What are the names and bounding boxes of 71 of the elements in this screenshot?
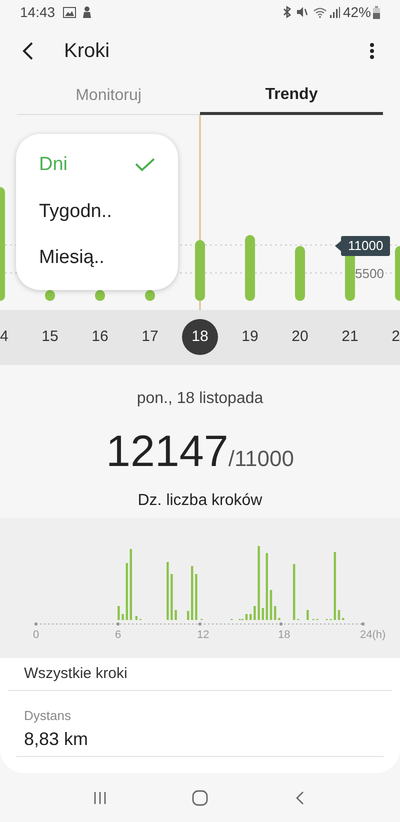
date-label: pon., 18 listopada (136, 389, 264, 409)
hourly-bar (135, 616, 138, 620)
menu-item[interactable]: Tygodn.. (16, 188, 178, 236)
wifi-icon (312, 6, 327, 18)
status-time: 14:43 (20, 2, 56, 22)
battery-icon (373, 6, 380, 18)
mute-icon (296, 6, 308, 18)
daily-bar (195, 240, 205, 301)
hourly-bar (338, 610, 340, 620)
day-button[interactable]: 17 (132, 319, 168, 355)
daily-bar (95, 290, 105, 301)
daily-bar (395, 246, 400, 301)
axis-label: 5500 (355, 265, 384, 283)
hourly-bar (166, 562, 169, 620)
day-button[interactable]: 2 (382, 319, 400, 355)
battery-percent: 42% (342, 2, 371, 22)
back-icon (295, 790, 305, 804)
hourly-bar (174, 610, 177, 620)
hourly-bar (130, 549, 132, 620)
page-title: Kroki (64, 39, 110, 64)
hourly-bar (270, 590, 272, 620)
day-button[interactable]: 4 (0, 319, 18, 355)
hourly-bar (334, 552, 336, 620)
axis-label: 6 (115, 628, 122, 643)
tab[interactable]: Trendy (200, 78, 383, 115)
axis-label: 24(h) (360, 628, 386, 643)
check-icon (135, 158, 155, 172)
daily-bar (145, 290, 155, 301)
daily-bar (295, 246, 305, 301)
hourly-bar (266, 553, 268, 620)
hourly-bar (195, 574, 198, 620)
hourly-bar (293, 564, 296, 620)
day-button[interactable]: 21 (332, 319, 368, 355)
bluetooth-icon (282, 6, 292, 18)
distance-value: 8,83 km (24, 728, 90, 750)
hourly-bar (118, 606, 120, 620)
home-button[interactable] (190, 788, 210, 808)
step-goal: /11000 (228, 445, 294, 473)
image-icon (63, 6, 76, 18)
section-heading: Wszystkie kroki (24, 664, 128, 684)
hourly-bar (187, 611, 190, 620)
distance-label: Dystans (24, 707, 72, 725)
hourly-bar (126, 563, 128, 620)
home-icon (192, 790, 208, 806)
step-caption: Dz. liczba kroków (138, 491, 262, 511)
hourly-bar (274, 606, 276, 620)
daily-bar (45, 290, 55, 301)
hourly-bar (191, 566, 194, 620)
hourly-bar (250, 614, 252, 620)
day-button[interactable]: 19 (232, 319, 268, 355)
axis-label: 0 (33, 628, 40, 643)
hourly-bar (306, 610, 309, 620)
more-icon (370, 42, 374, 60)
recent-apps-icon (93, 790, 107, 804)
hourly-bar (122, 614, 124, 620)
axis-label: 18 (278, 628, 290, 643)
hourly-bar (254, 606, 256, 620)
back-icon (22, 42, 34, 60)
tooltip-pointer (335, 240, 342, 252)
daily-bar (245, 235, 255, 301)
figure-icon (82, 6, 92, 18)
step-count: 12147 (106, 426, 228, 478)
day-button[interactable]: 18 (182, 319, 218, 355)
hourly-bar (262, 608, 264, 620)
axis-label: 12 (197, 628, 210, 643)
signal-icon (330, 6, 340, 18)
day-button[interactable]: 20 (282, 319, 318, 355)
day-button[interactable]: 16 (82, 319, 118, 355)
menu-item[interactable]: Miesią.. (16, 235, 178, 282)
day-button[interactable]: 15 (32, 319, 68, 355)
hourly-bar (170, 574, 173, 620)
